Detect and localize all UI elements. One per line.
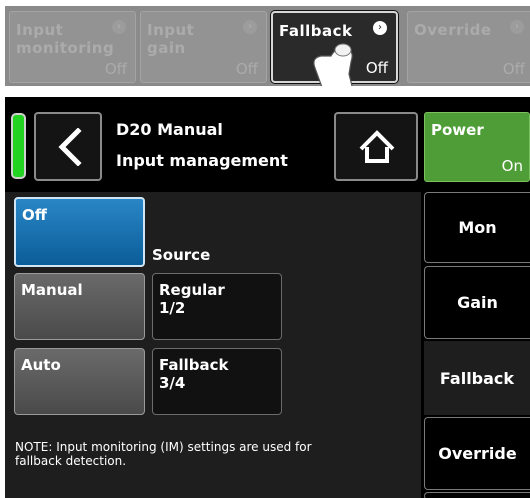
fallback-source-button[interactable]: Fallback 3/4: [152, 348, 282, 415]
home-icon: [359, 130, 395, 163]
tab-mon[interactable]: Mon: [424, 192, 530, 263]
device-title: D20 Manual: [116, 120, 223, 139]
input-monitoring-value: Off: [104, 60, 127, 78]
input-monitoring-label: Input monitoring: [16, 21, 115, 57]
input-gain-value: Off: [235, 60, 258, 78]
input-gain-button[interactable]: Input gain › Off: [140, 11, 267, 83]
override-value: Off: [502, 60, 525, 78]
device-screen: D20 Manual Input management Power On Off…: [5, 97, 530, 498]
chevron-left-icon: [58, 128, 82, 166]
input-gain-label: Input gain: [147, 21, 195, 57]
manual-button[interactable]: Manual: [14, 273, 145, 340]
back-button[interactable]: [34, 112, 102, 181]
auto-button[interactable]: Auto: [14, 348, 145, 415]
tapping-finger-icon: [313, 43, 353, 86]
off-label: Off: [22, 206, 47, 224]
fallback-source-label: Fallback 3/4: [159, 356, 229, 392]
tab-gain[interactable]: Gain: [424, 266, 530, 339]
auto-label: Auto: [21, 356, 61, 374]
power-label: Power: [431, 121, 484, 139]
chevron-right-icon: ›: [373, 21, 387, 35]
power-button[interactable]: Power On: [424, 112, 530, 182]
chevron-right-icon: ›: [243, 20, 257, 34]
top-button-strip: Input monitoring › Off Input gain › Off …: [5, 6, 530, 86]
regular-source-button[interactable]: Regular 1/2: [152, 273, 282, 340]
off-button[interactable]: Off: [14, 197, 145, 267]
home-button[interactable]: [334, 112, 418, 181]
page-title: Input management: [116, 151, 288, 170]
override-button[interactable]: Override › Off: [407, 11, 530, 83]
source-label: Source: [152, 246, 211, 264]
regular-source-label: Regular 1/2: [159, 281, 225, 317]
note-text: NOTE: Input monitoring (IM) settings are…: [15, 440, 312, 468]
tab-fallback[interactable]: Fallback: [424, 341, 530, 415]
chevron-right-icon: ›: [510, 20, 524, 34]
override-label: Override: [414, 21, 492, 39]
power-value: On: [501, 157, 523, 175]
tab-override[interactable]: Override: [424, 417, 530, 490]
input-monitoring-button[interactable]: Input monitoring › Off: [9, 11, 136, 83]
tab-more[interactable]: [424, 492, 530, 498]
manual-label: Manual: [21, 281, 83, 299]
chevron-right-icon: ›: [112, 20, 126, 34]
status-led: [11, 113, 26, 179]
